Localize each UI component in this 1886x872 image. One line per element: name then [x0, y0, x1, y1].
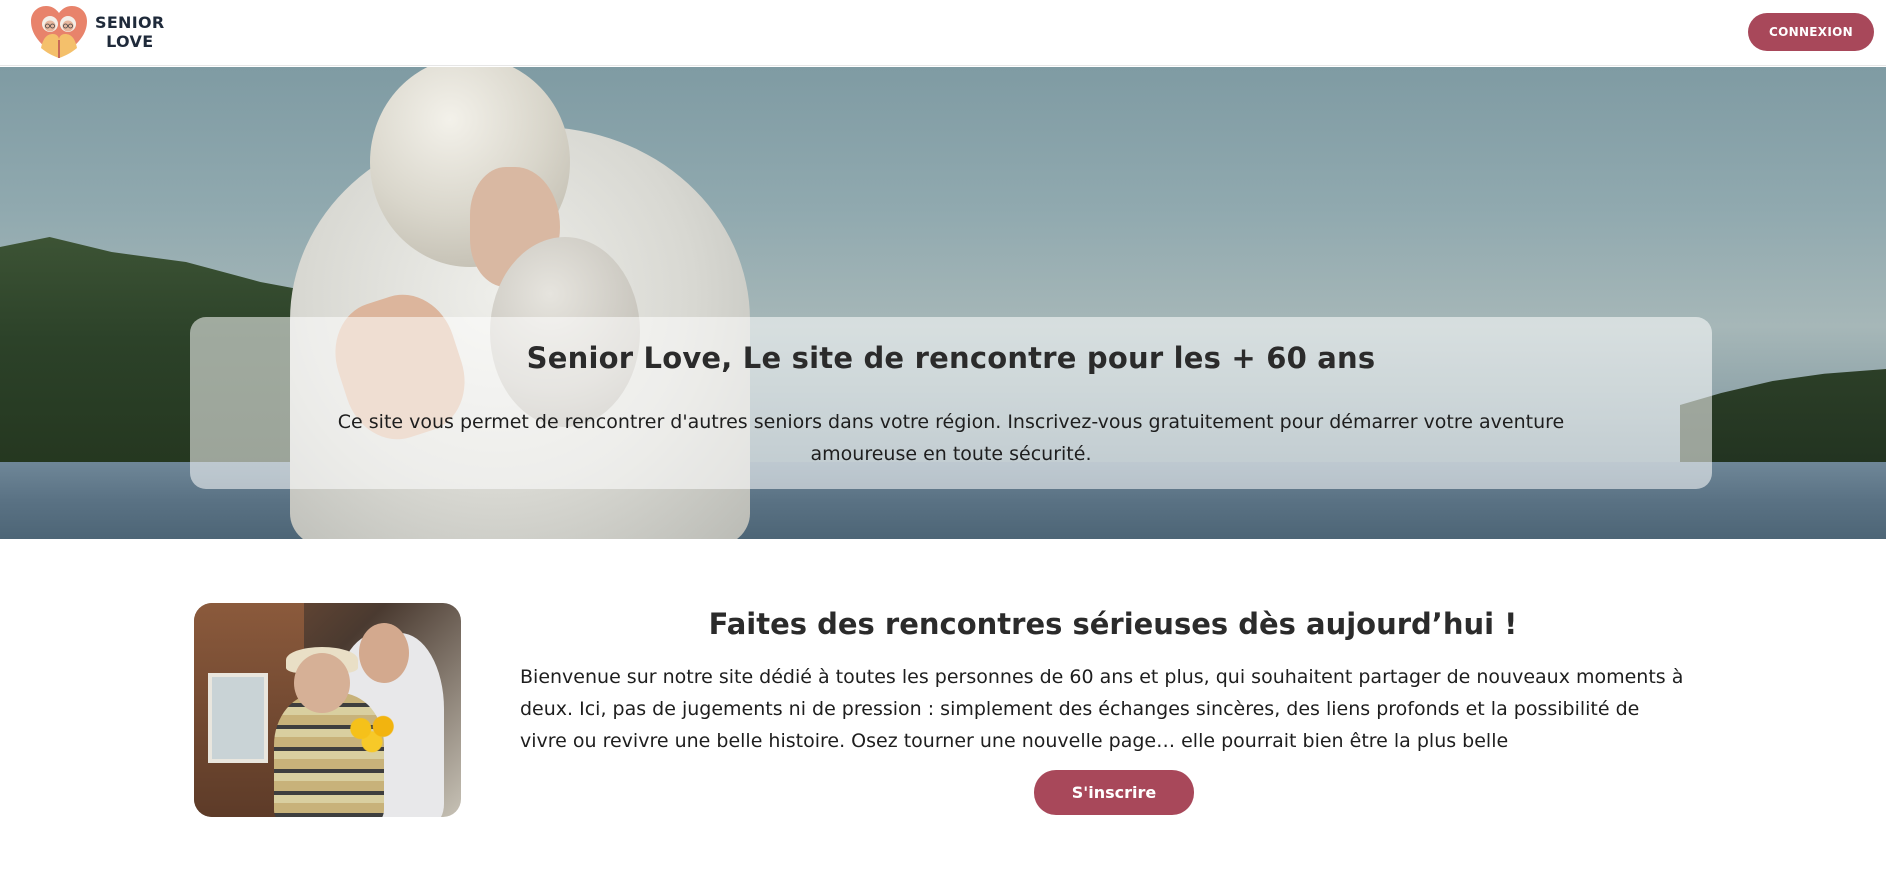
intro-text: Bienvenue sur notre site dédié à toutes … — [520, 666, 1684, 752]
heart-couple-logo-icon — [31, 6, 87, 58]
hero-title: Senior Love, Le site de rencontre pour l… — [526, 341, 1376, 375]
logo-text: SENIOR LOVE — [95, 13, 165, 51]
couple-photo — [194, 603, 461, 817]
photo-man-head — [359, 623, 409, 683]
photo-flowers — [344, 711, 400, 755]
site-logo[interactable]: SENIOR LOVE — [29, 4, 165, 60]
logo-line-2: LOVE — [106, 32, 154, 51]
hero-description: Ce site vous permet de rencontrer d'autr… — [337, 411, 1565, 465]
intro-title: Faites des rencontres sérieuses dès aujo… — [708, 607, 1518, 641]
hero-banner: Senior Love, Le site de rencontre pour l… — [0, 67, 1886, 539]
site-header: SENIOR LOVE CONNEXION — [0, 0, 1886, 66]
photo-woman-head — [294, 653, 350, 713]
photo-window — [208, 673, 268, 763]
logo-line-1: SENIOR — [95, 13, 165, 32]
signup-button[interactable]: S'inscrire — [1034, 770, 1194, 815]
login-button[interactable]: CONNEXION — [1748, 13, 1874, 51]
hero-card: Senior Love, Le site de rencontre pour l… — [190, 317, 1712, 489]
